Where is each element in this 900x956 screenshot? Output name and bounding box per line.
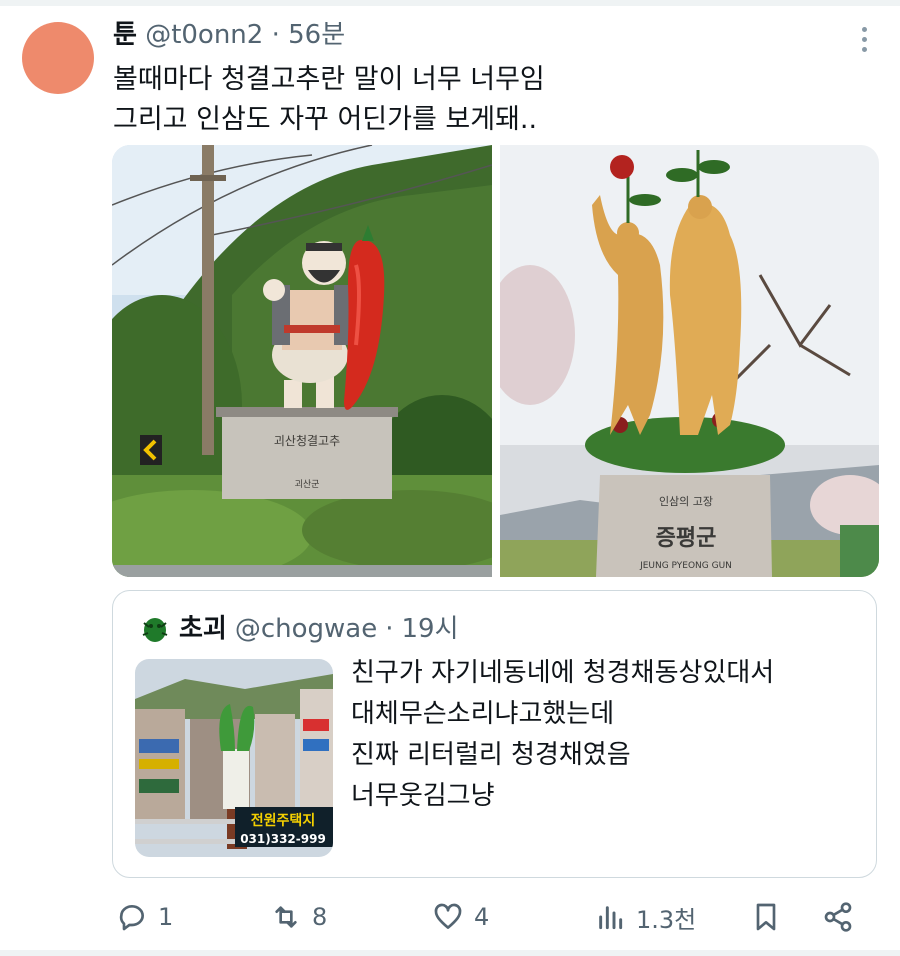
thumbnail-sign-text: 전원주택지: [251, 812, 315, 829]
tweet-text-line: 그리고 인삼도 자꾸 어딘가를 보게돼..: [113, 104, 538, 135]
plaque-top: 인삼의 고장: [659, 495, 713, 508]
bottom-divider: [0, 950, 900, 956]
tweet-header: 툰 @t0onn2 · 56분: [113, 18, 345, 52]
like-button[interactable]: 4: [432, 893, 489, 941]
retweet-button[interactable]: 8: [270, 893, 327, 941]
ginseng-statue-photo[interactable]: 인삼의 고장 증평군 JEUNG PYEONG GUN: [500, 145, 879, 577]
author-handle[interactable]: @t0onn2: [145, 20, 263, 50]
quoted-author-name[interactable]: 초괴: [179, 611, 227, 647]
quoted-tweet-time[interactable]: 19시: [402, 611, 459, 647]
tweet-media-grid: 괴산청결고추 괴산군 인삼의 고장 증평군 JEUNG PYEONG GUN: [112, 145, 879, 577]
reply-count: 1: [158, 903, 174, 931]
views-button[interactable]: 1.3천: [594, 893, 696, 941]
views-count: 1.3천: [636, 905, 697, 934]
tweet-actions: 1 8 4 1.3천: [112, 893, 857, 941]
heart-icon: [434, 903, 462, 929]
author-name[interactable]: 툰: [113, 20, 137, 50]
bookmark-button[interactable]: [750, 893, 782, 941]
share-icon: [824, 902, 852, 932]
author-avatar[interactable]: [22, 22, 94, 94]
quoted-tweet-header: 초괴 @chogwae · 19시: [139, 611, 459, 647]
quoted-tweet[interactable]: 초괴 @chogwae · 19시 전원주택지 031)332-999 친구가 …: [112, 590, 877, 878]
reply-button[interactable]: 1: [116, 893, 173, 941]
retweet-count: 8: [312, 903, 328, 931]
share-button[interactable]: [822, 893, 854, 941]
retweet-icon: [275, 906, 297, 928]
analytics-icon: [599, 906, 623, 930]
quoted-author-handle[interactable]: @chogwae: [235, 611, 377, 647]
plaque-sub: 괴산군: [295, 479, 320, 490]
quoted-text-line: 너무웃김그냥: [351, 781, 495, 811]
plaque-text: 괴산청결고추: [274, 434, 340, 448]
quoted-text-line: 대체무슨소리냐고했는데: [351, 699, 615, 729]
tweet-time[interactable]: 56분: [288, 20, 345, 50]
top-divider: [0, 0, 900, 6]
header-separator: ·: [271, 20, 280, 50]
bookmark-icon: [756, 903, 776, 931]
tweet-text-line: 볼때마다 청결고추란 말이 너무 너무임: [113, 64, 545, 95]
plaque-en: JEUNG PYEONG GUN: [639, 561, 732, 571]
quoted-tweet-thumbnail[interactable]: 전원주택지 031)332-999: [135, 659, 333, 857]
quoted-header-separator: ·: [385, 614, 394, 644]
thumbnail-sign-phone: 031)332-999: [240, 832, 326, 846]
quoted-text-line: 친구가 자기네동네에 청경채동상있대서: [351, 658, 775, 688]
chili-statue-photo[interactable]: 괴산청결고추 괴산군: [112, 145, 492, 577]
more-options-icon[interactable]: [848, 24, 880, 54]
quoted-author-avatar[interactable]: [139, 613, 171, 645]
quoted-tweet-text: 친구가 자기네동네에 청경채동상있대서 대체무슨소리냐고했는데 진짜 리터럴리 …: [351, 653, 774, 817]
plaque-main: 증평군: [656, 526, 717, 551]
like-count: 4: [474, 903, 490, 931]
tweet-text: 볼때마다 청결고추란 말이 너무 너무임 그리고 인삼도 자꾸 어딘가를 보게돼…: [113, 60, 545, 140]
reply-icon: [119, 905, 144, 931]
quoted-text-line: 진짜 리터럴리 청경채였음: [351, 740, 631, 770]
